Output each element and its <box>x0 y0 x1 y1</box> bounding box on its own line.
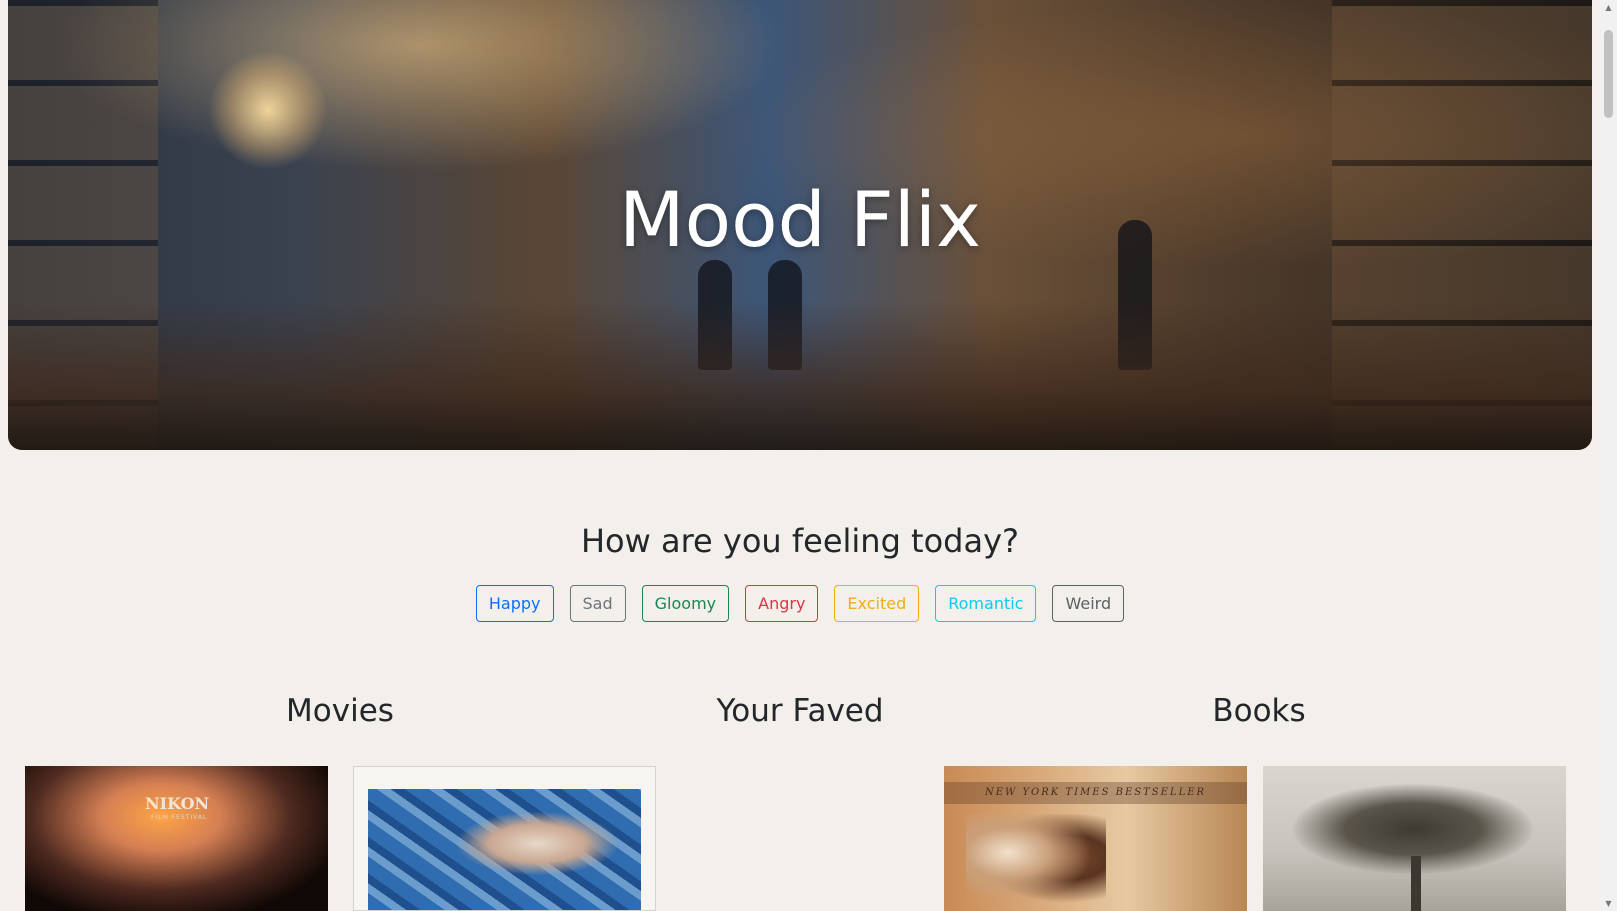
mood-button-gloomy[interactable]: Gloomy <box>641 585 730 622</box>
studio-light-decoration <box>208 50 328 170</box>
books-heading: Books <box>1212 693 1306 729</box>
mood-button-excited[interactable]: Excited <box>834 585 920 622</box>
tree-trunk-artwork <box>1411 856 1421 911</box>
book-cover[interactable] <box>1263 766 1566 911</box>
mood-button-happy[interactable]: Happy <box>475 585 554 622</box>
mood-button-angry[interactable]: Angry <box>745 585 819 622</box>
scroll-down-icon[interactable]: ▼ <box>1604 899 1613 908</box>
book-banner: NEW YORK TIMES BESTSELLER <box>944 782 1247 804</box>
scrollbar-thumb[interactable] <box>1604 30 1613 118</box>
festival-badge-subtitle: FILM FESTIVAL <box>151 814 208 821</box>
floor-decoration <box>8 300 1592 450</box>
hero-banner: Mood Flix <box>8 0 1592 450</box>
mood-question: How are you feeling today? <box>580 522 1020 560</box>
mood-button-weird[interactable]: Weird <box>1052 585 1125 622</box>
page-scrollbar[interactable]: ▲ ▼ <box>1600 0 1617 911</box>
movie-poster[interactable] <box>353 766 656 911</box>
mood-button-romantic[interactable]: Romantic <box>935 585 1037 622</box>
mood-button-group: Happy Sad Gloomy Angry Excited Romantic … <box>0 585 1600 622</box>
movie-poster[interactable]: NIKON FILM FESTIVAL <box>25 766 328 911</box>
poster-artwork <box>368 789 641 910</box>
site-title: Mood Flix <box>619 175 981 264</box>
scroll-up-icon[interactable]: ▲ <box>1604 3 1613 12</box>
mood-button-sad[interactable]: Sad <box>569 585 626 622</box>
festival-badge: NIKON <box>145 794 210 813</box>
cover-artwork <box>966 814 1106 911</box>
faved-heading: Your Faved <box>716 693 884 729</box>
book-cover[interactable]: NEW YORK TIMES BESTSELLER <box>944 766 1247 911</box>
movies-heading: Movies <box>286 693 394 729</box>
